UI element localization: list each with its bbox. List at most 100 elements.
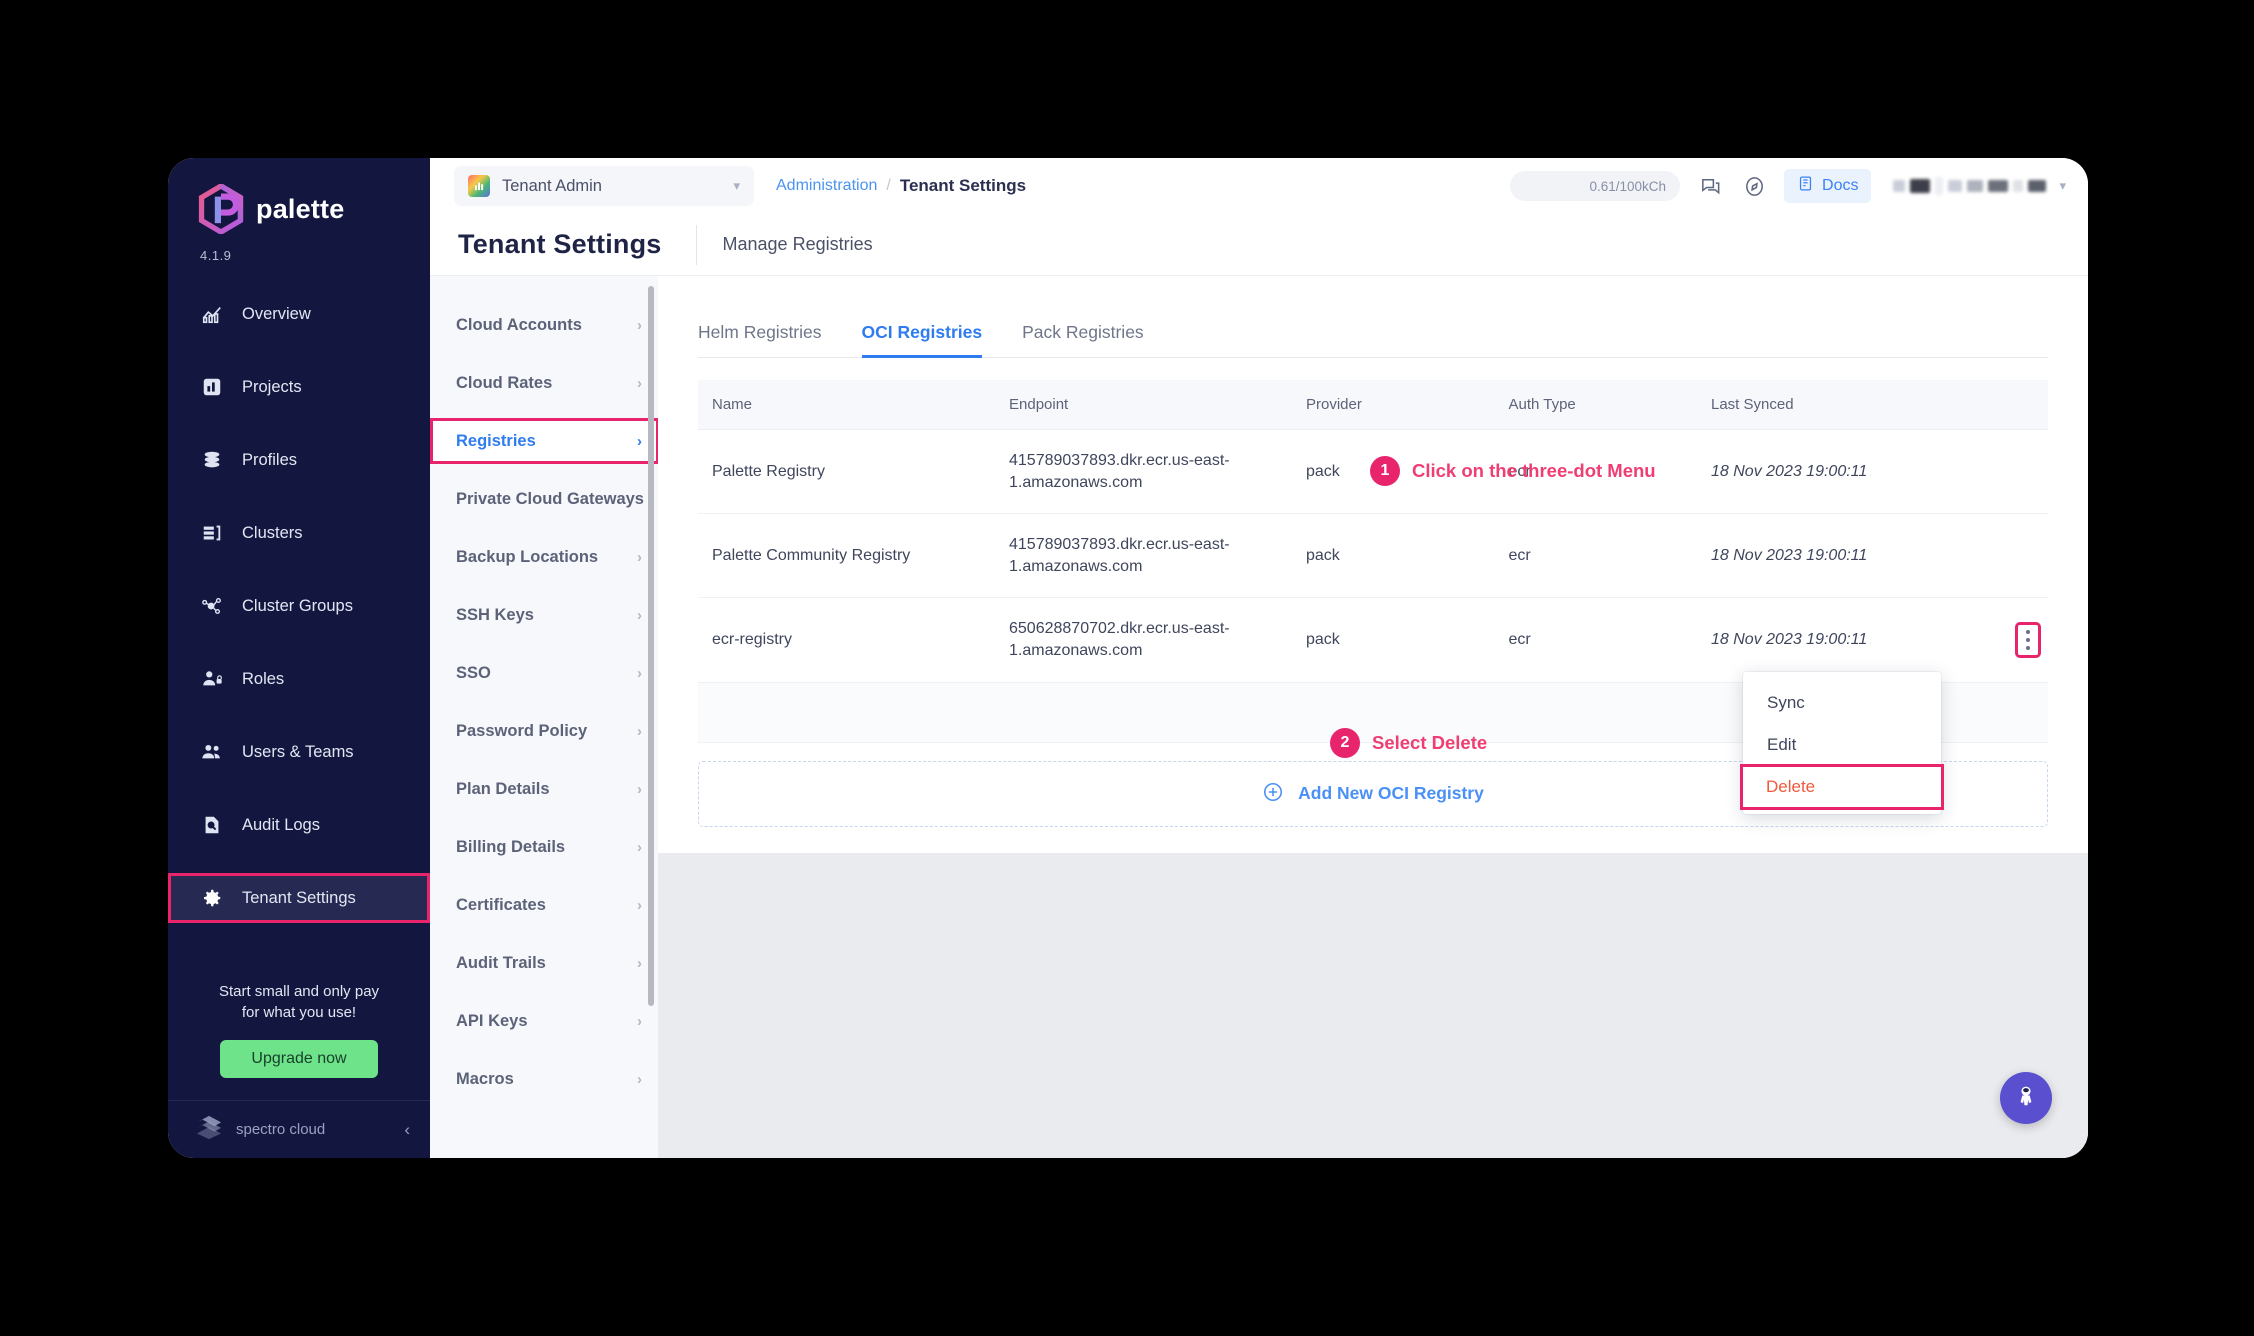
upgrade-now-button[interactable]: Upgrade now	[220, 1040, 378, 1078]
settings-nav-label: Billing Details	[456, 837, 566, 856]
settings-nav-item-cloud-rates[interactable]: Cloud Rates ›	[430, 360, 658, 406]
cell-actions	[1967, 513, 2048, 599]
dot	[2026, 637, 2030, 642]
cell-actions	[1967, 597, 2048, 683]
chevron-right-icon: ›	[637, 548, 642, 566]
chat-icon[interactable]	[1696, 172, 1724, 200]
breadcrumb-separator: /	[886, 177, 891, 194]
user-name-redacted	[1910, 179, 1931, 193]
settings-nav-item-sso[interactable]: SSO ›	[430, 650, 658, 696]
tab-helm-registries[interactable]: Helm Registries	[698, 322, 842, 357]
app-version: 4.1.9	[200, 248, 232, 263]
three-dot-menu-icon[interactable]	[2015, 621, 2041, 658]
users-teams-icon	[200, 740, 224, 764]
sidebar-item-label: Audit Logs	[242, 815, 320, 834]
tab-label: Pack Registries	[1022, 322, 1144, 342]
sidebar-item-label: Projects	[242, 377, 302, 396]
settings-nav-item-private-cloud-gateways[interactable]: Private Cloud Gateways ›	[430, 476, 658, 522]
user-account-menu[interactable]: ▾	[1893, 177, 2066, 195]
column-header-endpoint: Endpoint	[995, 380, 1292, 430]
dot	[2026, 629, 2030, 634]
promo-line-1: Start small and only pay	[218, 982, 380, 1000]
promo-line-2: for what you use!	[241, 1004, 357, 1022]
menu-item-delete[interactable]: Delete	[1740, 764, 1944, 810]
cell-last-synced: 18 Nov 2023 19:00:11	[1697, 429, 1967, 515]
user-name-redacted-6	[2013, 180, 2024, 192]
sidebar-item-audit-logs[interactable]: Audit Logs	[168, 800, 430, 850]
settings-nav-item-certificates[interactable]: Certificates ›	[430, 882, 658, 928]
tab-oci-registries[interactable]: OCI Registries	[842, 322, 1003, 358]
docs-label: Docs	[1822, 177, 1859, 194]
docs-button[interactable]: Docs	[1784, 169, 1872, 203]
settings-nav-item-ssh-keys[interactable]: SSH Keys ›	[430, 592, 658, 638]
tenant-name-label: Tenant Admin	[502, 176, 602, 195]
breadcrumb-administration[interactable]: Administration	[776, 177, 877, 195]
tenant-admin-icon	[468, 175, 490, 197]
roles-user-lock-icon	[200, 667, 224, 691]
sidebar-item-clusters[interactable]: Clusters	[168, 508, 430, 558]
table-head: Name Endpoint Provider Auth Type Last Sy…	[698, 380, 2048, 430]
dot	[2026, 645, 2030, 650]
breadcrumb-current: Tenant Settings	[899, 176, 1027, 195]
settings-nav-item-password-policy[interactable]: Password Policy ›	[430, 708, 658, 754]
settings-nav-label: Macros	[456, 1069, 514, 1088]
registry-tabs: Helm Registries OCI Registries Pack Regi…	[698, 276, 2048, 358]
projects-icon	[200, 375, 224, 399]
app-window: palette 4.1.9 Overview Projects Profiles…	[168, 158, 2088, 1158]
sidebar-item-tenant-settings[interactable]: Tenant Settings	[168, 873, 430, 923]
sidebar-item-label: Clusters	[242, 523, 303, 542]
sidebar-item-profiles[interactable]: Profiles	[168, 435, 430, 485]
cell-endpoint: 415789037893.dkr.ecr.us-east-1.amazonaws…	[995, 429, 1292, 515]
cell-name: ecr-registry	[698, 597, 995, 683]
annotation-badge: 1	[1370, 456, 1400, 486]
plus-circle-icon	[1262, 781, 1284, 807]
sidebar-item-label: Overview	[242, 304, 311, 323]
table-header-row: Name Endpoint Provider Auth Type Last Sy…	[698, 380, 2048, 430]
column-header-name: Name	[698, 380, 995, 430]
settings-nav-item-cloud-accounts[interactable]: Cloud Accounts ›	[430, 302, 658, 348]
chart-overview-icon	[200, 302, 224, 326]
menu-item-edit[interactable]: Edit	[1743, 724, 1941, 766]
annotation-2: 2 Select Delete	[1330, 728, 1487, 758]
tab-pack-registries[interactable]: Pack Registries	[1002, 322, 1164, 357]
audit-logs-icon	[200, 813, 224, 837]
settings-nav-label: SSH Keys	[456, 605, 534, 624]
table-row[interactable]: Palette Community Registry 415789037893.…	[698, 513, 2048, 599]
sidebar-item-roles[interactable]: Roles	[168, 654, 430, 704]
settings-nav-item-audit-trails[interactable]: Audit Trails ›	[430, 940, 658, 986]
settings-nav-item-billing-details[interactable]: Billing Details ›	[430, 824, 658, 870]
annotation-text: Select Delete	[1372, 732, 1488, 753]
settings-nav-item-macros[interactable]: Macros ›	[430, 1056, 658, 1102]
chevron-right-icon: ›	[637, 780, 642, 798]
settings-nav-item-plan-details[interactable]: Plan Details ›	[430, 766, 658, 812]
settings-nav-label: SSO	[456, 663, 491, 682]
sidebar-item-label: Cluster Groups	[242, 596, 353, 615]
settings-nav-item-registries[interactable]: Registries ›	[430, 418, 658, 464]
column-header-actions	[1967, 380, 2048, 430]
chevron-right-icon: ›	[637, 606, 642, 624]
sidebar-item-users-teams[interactable]: Users & Teams	[168, 727, 430, 777]
compass-icon[interactable]	[1740, 172, 1768, 200]
sidebar-item-overview[interactable]: Overview	[168, 289, 430, 339]
settings-nav-item-api-keys[interactable]: API Keys ›	[430, 998, 658, 1044]
settings-nav-label: Certificates	[456, 895, 546, 914]
table-row[interactable]: ecr-registry 650628870702.dkr.ecr.us-eas…	[698, 597, 2048, 683]
spectro-cloud-label: spectro cloud	[236, 1121, 326, 1138]
menu-item-sync[interactable]: Sync	[1743, 682, 1941, 724]
cell-name: Palette Community Registry	[698, 513, 995, 599]
collapse-sidebar-button[interactable]: ‹	[404, 1120, 410, 1140]
avatar	[1893, 180, 1906, 192]
menu-item-label: Delete	[1766, 777, 1816, 796]
tenant-scope-dropdown[interactable]: Tenant Admin ▾	[454, 166, 754, 206]
settings-nav-item-backup-locations[interactable]: Backup Locations ›	[430, 534, 658, 580]
help-astronaut-button[interactable]	[2000, 1072, 2052, 1124]
chevron-right-icon: ›	[637, 432, 642, 450]
settings-nav-scrollbar[interactable]	[648, 286, 654, 1006]
cell-auth-type: ecr	[1494, 597, 1697, 683]
chevron-right-icon: ›	[637, 664, 642, 682]
sidebar-item-cluster-groups[interactable]: Cluster Groups	[168, 581, 430, 631]
settings-nav-label: Plan Details	[456, 779, 550, 798]
sidebar-item-projects[interactable]: Projects	[168, 362, 430, 412]
topbar-right: 0.61/100kCh Docs ▾	[1510, 169, 2066, 203]
column-header-provider: Provider	[1292, 380, 1495, 430]
